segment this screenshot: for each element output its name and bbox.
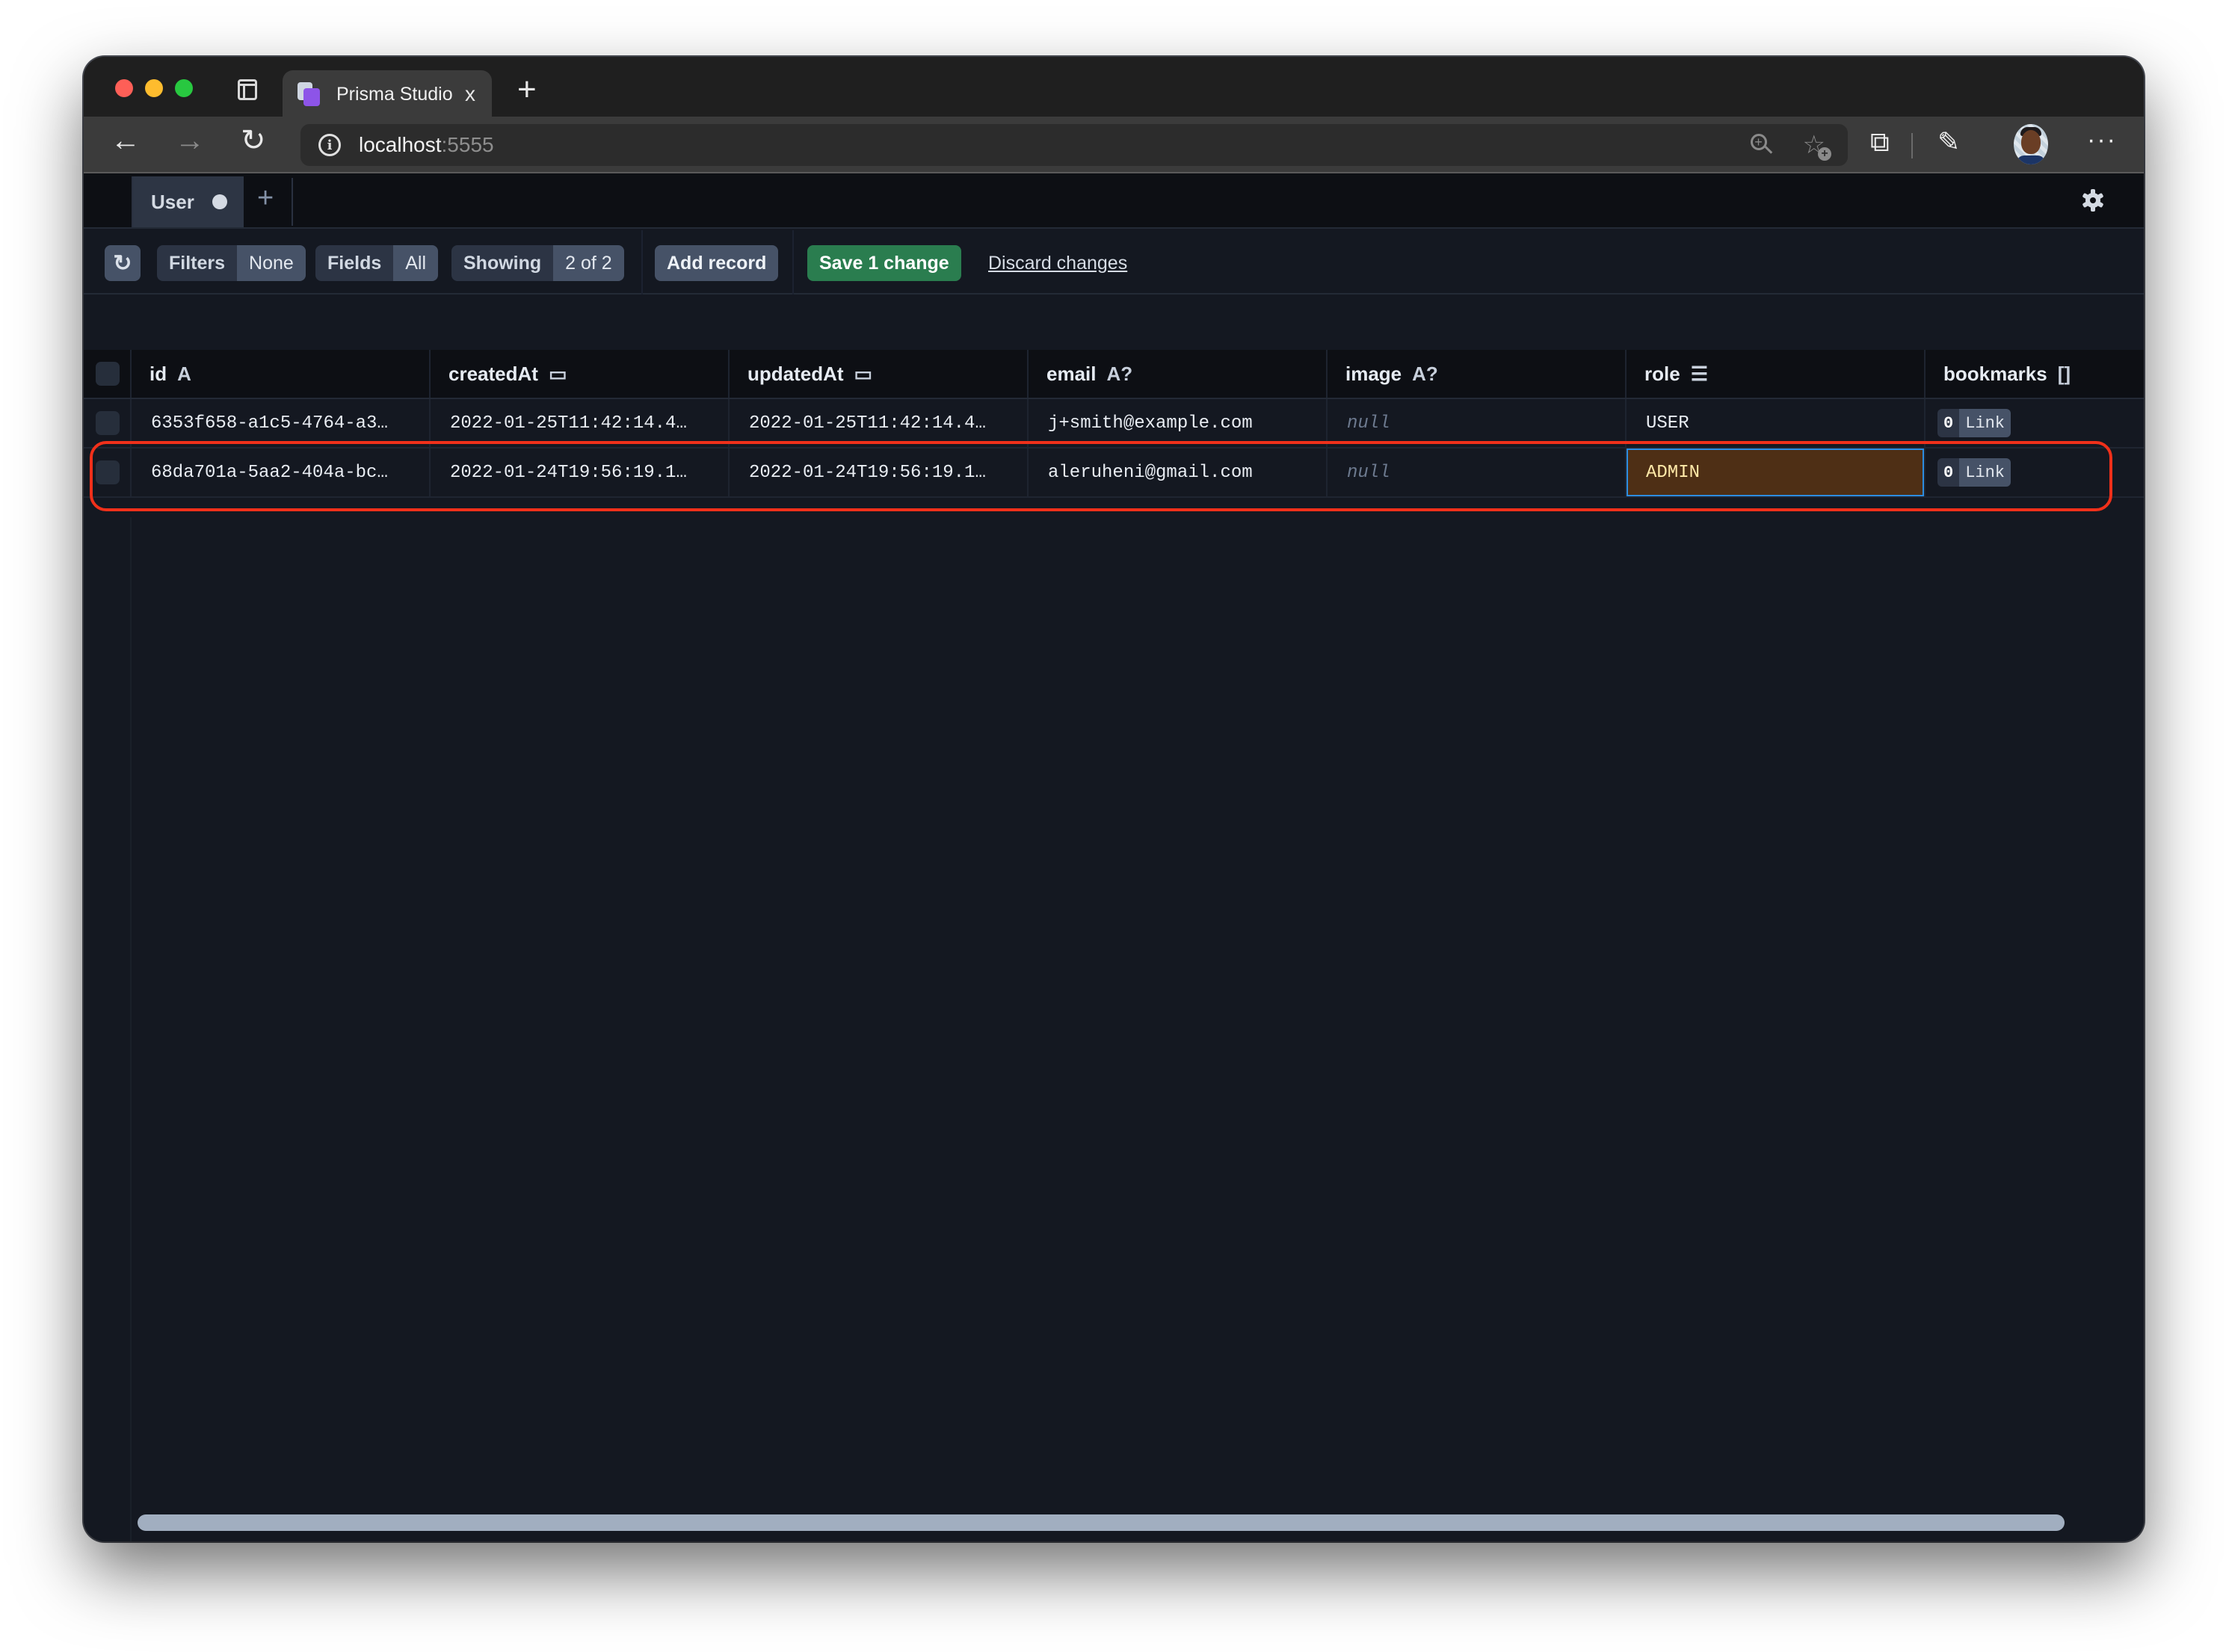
zoom-icon[interactable]: + — [1750, 134, 1773, 156]
cell-updatedAt[interactable]: 2022-01-25T11:42:14.4… — [730, 399, 1029, 447]
refresh-button[interactable]: ↻ — [105, 245, 141, 281]
more-options-icon[interactable]: ··· — [2087, 127, 2117, 152]
showing-value: 2 of 2 — [553, 245, 624, 281]
column-header-createdAt[interactable]: createdAt ▭ — [431, 350, 730, 398]
column-header-role[interactable]: role ☰ — [1627, 350, 1926, 398]
browser-tab-prisma-studio[interactable]: Prisma Studio x — [283, 70, 492, 118]
close-window-button[interactable] — [115, 79, 133, 97]
profile-avatar[interactable] — [2014, 124, 2048, 164]
string-type-icon: A — [177, 362, 191, 385]
add-favorite-icon[interactable]: ☆ + — [1803, 132, 1831, 161]
bookmarks-count: 0 — [1937, 409, 1960, 437]
studio-toolbar: ↻ Filters None Fields All Showing 2 of 2… — [84, 230, 2144, 295]
showing-label: Showing — [451, 245, 554, 281]
toolbar-divider — [641, 230, 643, 295]
model-tab-bar: User + — [84, 173, 2144, 229]
bookmarks-link-label: Link — [1959, 409, 2011, 437]
table-row: 6353f658-a1c5-4764-a3… 2022-01-25T11:42:… — [84, 399, 2144, 449]
prisma-studio-app: User + ↻ Filters None Fields All Showing… — [84, 173, 2144, 1541]
cell-createdAt[interactable]: 2022-01-24T19:56:19.1… — [431, 449, 730, 496]
bookmarks-link-label: Link — [1959, 458, 2011, 487]
web-capture-icon[interactable]: ✎ — [1937, 129, 1960, 155]
discard-changes-link[interactable]: Discard changes — [988, 253, 1127, 274]
row-checkbox[interactable] — [96, 460, 120, 484]
url-port: :5555 — [441, 133, 494, 156]
enum-type-icon: ☰ — [1690, 362, 1708, 385]
filters-button[interactable]: Filters None — [157, 245, 306, 281]
column-header-image[interactable]: image A? — [1328, 350, 1627, 398]
toolbar-divider — [792, 230, 794, 295]
bookmarks-link-button[interactable]: 0 Link — [1937, 409, 2011, 437]
unsaved-dot-icon[interactable] — [212, 194, 227, 209]
extensions-icon[interactable]: ⧉ — [1870, 129, 1890, 155]
table-row: 68da701a-5aa2-404a-bc… 2022-01-24T19:56:… — [84, 449, 2144, 498]
bookmarks-link-button[interactable]: 0 Link — [1937, 458, 2011, 487]
list-type-icon: [] — [2057, 362, 2071, 385]
optional-string-type-icon: A? — [1106, 362, 1133, 385]
cell-bookmarks: 0 Link — [1926, 399, 2144, 447]
fields-button[interactable]: Fields All — [315, 245, 439, 281]
forward-button[interactable]: → — [175, 126, 205, 155]
back-button[interactable]: ← — [111, 126, 141, 155]
cell-bookmarks: 0 Link — [1926, 449, 2144, 496]
column-header-updatedAt[interactable]: updatedAt ▭ — [730, 350, 1029, 398]
url-host: localhost — [359, 133, 442, 156]
new-tab-button[interactable]: + — [517, 73, 537, 106]
close-tab-icon[interactable]: x — [465, 84, 475, 105]
cell-email[interactable]: aleruheni@gmail.com — [1029, 449, 1328, 496]
prisma-favicon-icon — [297, 82, 321, 106]
cell-email[interactable]: j+smith@example.com — [1029, 399, 1328, 447]
cell-image[interactable]: null — [1328, 399, 1627, 447]
optional-string-type-icon: A? — [1412, 362, 1438, 385]
column-header-id[interactable]: id A — [132, 350, 431, 398]
sidebar-toggle-icon[interactable] — [238, 79, 257, 100]
table-header-row: id A createdAt ▭ updatedAt ▭ email A? image A… — [84, 350, 2144, 399]
datetime-type-icon: ▭ — [548, 362, 567, 385]
tab-divider — [292, 178, 293, 226]
address-bar[interactable]: i localhost :5555 + ☆ + — [300, 124, 1848, 166]
cell-id[interactable]: 68da701a-5aa2-404a-bc… — [132, 449, 431, 496]
showing-button[interactable]: Showing 2 of 2 — [451, 245, 624, 281]
minimize-window-button[interactable] — [145, 79, 163, 97]
row-checkbox[interactable] — [96, 411, 120, 435]
settings-gear-icon[interactable] — [2081, 188, 2105, 212]
cell-updatedAt[interactable]: 2022-01-24T19:56:19.1… — [730, 449, 1029, 496]
filters-value: None — [237, 245, 306, 281]
toolbar-divider — [1911, 133, 1913, 158]
site-info-icon[interactable]: i — [318, 134, 341, 156]
save-changes-button[interactable]: Save 1 change — [807, 245, 961, 281]
cell-role[interactable]: USER — [1627, 399, 1926, 447]
model-tab-label: User — [151, 190, 194, 213]
add-model-tab-button[interactable]: + — [257, 184, 274, 212]
select-all-checkbox[interactable] — [96, 362, 120, 386]
cell-image[interactable]: null — [1328, 449, 1627, 496]
fields-label: Fields — [315, 245, 394, 281]
browser-tab-title: Prisma Studio — [336, 83, 453, 105]
add-record-button[interactable]: Add record — [655, 245, 779, 281]
browser-tab-strip: Prisma Studio x + — [84, 57, 2144, 118]
filters-label: Filters — [157, 245, 238, 281]
cell-createdAt[interactable]: 2022-01-25T11:42:14.4… — [431, 399, 730, 447]
checkbox-column-divider — [130, 517, 132, 1541]
maximize-window-button[interactable] — [175, 79, 193, 97]
bookmarks-count: 0 — [1937, 458, 1960, 487]
browser-toolbar: ← → ↻ i localhost :5555 + ☆ + ⧉ ✎ ··· — [84, 117, 2144, 173]
cell-id[interactable]: 6353f658-a1c5-4764-a3… — [132, 399, 431, 447]
reload-button[interactable]: ↻ — [241, 126, 266, 155]
cell-role-edited[interactable]: ADMIN — [1627, 449, 1926, 496]
column-header-email[interactable]: email A? — [1029, 350, 1328, 398]
fields-value: All — [393, 245, 439, 281]
column-header-bookmarks[interactable]: bookmarks[] — [1926, 350, 2144, 398]
datetime-type-icon: ▭ — [854, 362, 873, 385]
browser-window: Prisma Studio x + ← → ↻ i localhost :555… — [84, 57, 2144, 1541]
model-tab-user[interactable]: User — [132, 176, 244, 227]
horizontal-scrollbar[interactable] — [138, 1514, 2065, 1531]
